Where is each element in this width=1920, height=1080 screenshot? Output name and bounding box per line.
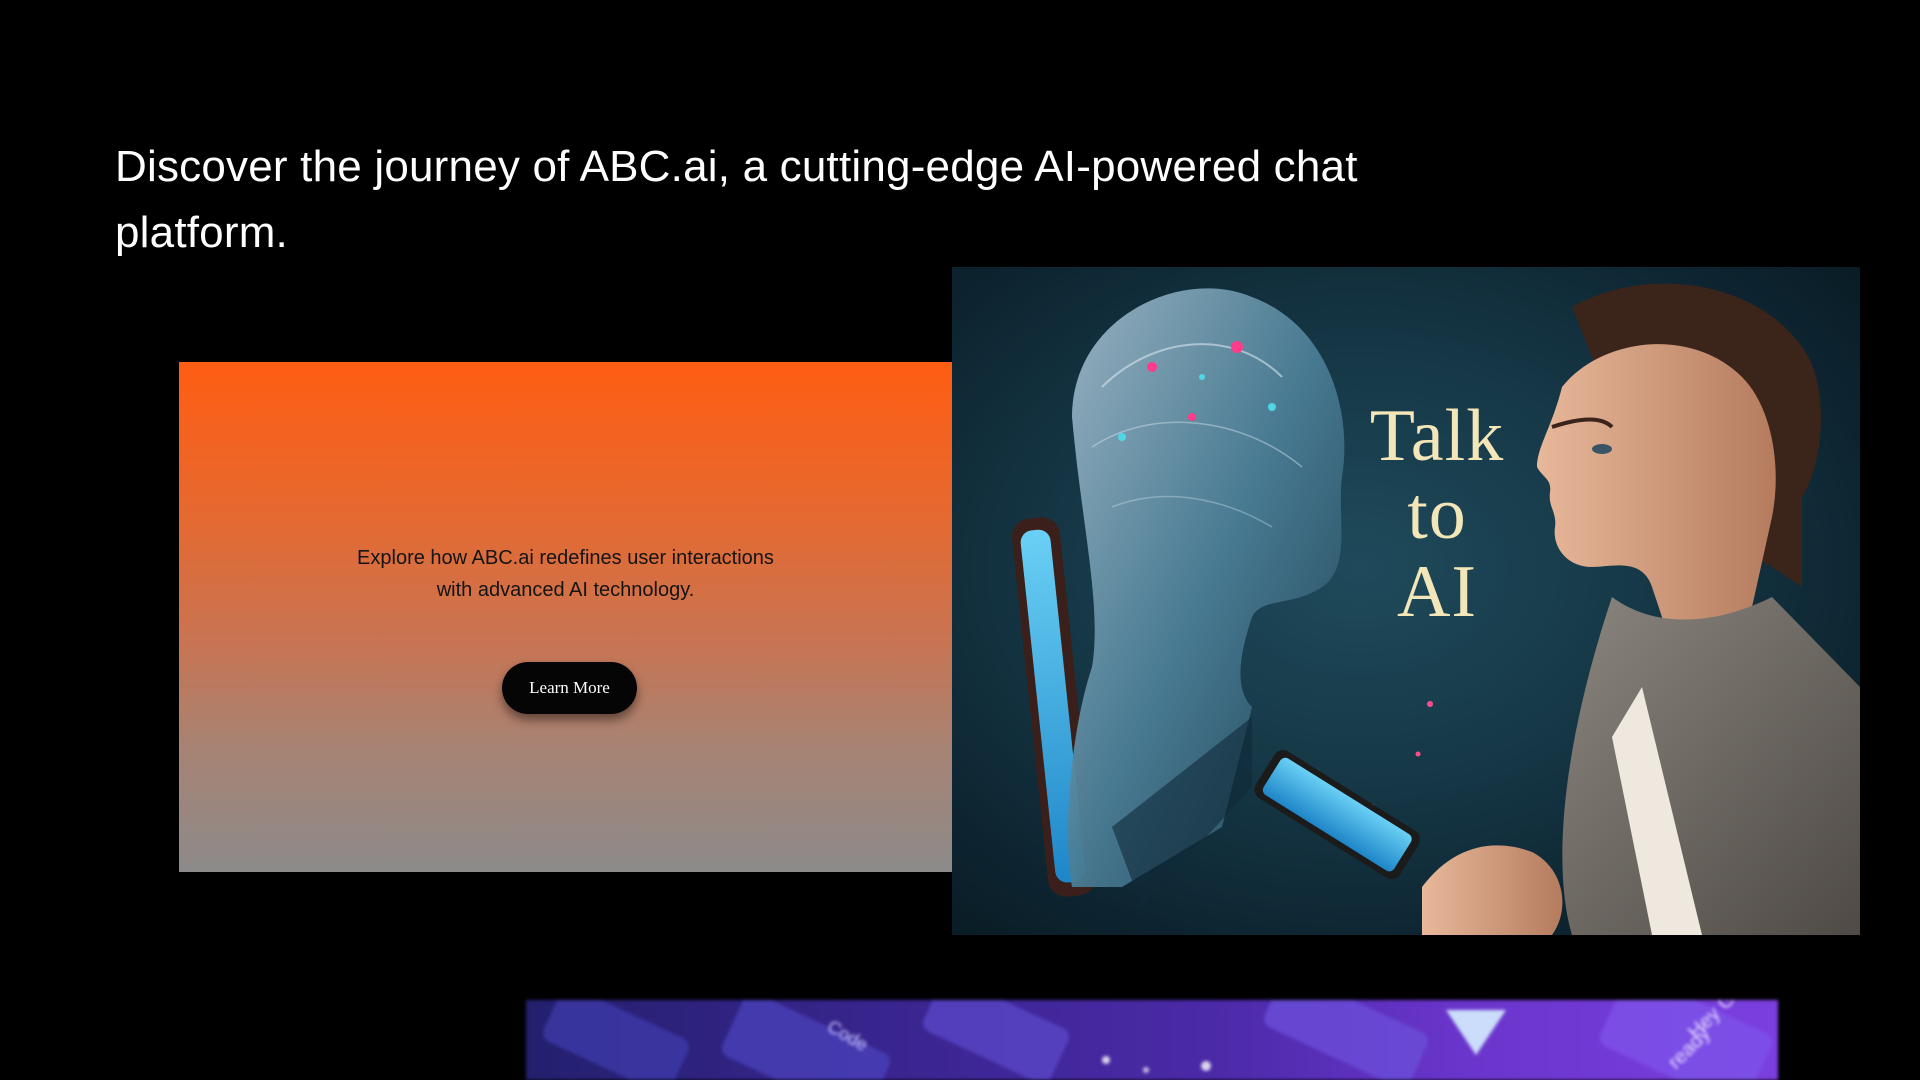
- promo-card: Explore how ABC.ai redefines user intera…: [179, 362, 952, 872]
- page: Discover the journey of ABC.ai, a cuttin…: [0, 0, 1920, 1080]
- caption-line-to: to: [1407, 473, 1467, 555]
- promo-description-line-1: Explore how ABC.ai redefines user intera…: [357, 547, 774, 569]
- learn-more-button[interactable]: Learn More: [502, 662, 637, 714]
- promo-description: Explore how ABC.ai redefines user intera…: [316, 542, 816, 606]
- caption-line-ai: AI: [1396, 551, 1478, 633]
- page-headline: Discover the journey of ABC.ai, a cuttin…: [115, 142, 1358, 257]
- promo-description-line-2: with advanced AI technology.: [436, 579, 695, 601]
- caption-line-talk: Talk: [1369, 395, 1505, 477]
- talk-to-ai-image: Talk to AI: [952, 267, 1860, 935]
- talk-to-ai-caption: Talk to AI: [1362, 397, 1512, 631]
- keyboard-illustration: Code Hey Ge ready: [543, 1000, 1773, 1080]
- small-phone: [1254, 749, 1421, 880]
- next-section-image: Code Hey Ge ready: [526, 1000, 1778, 1080]
- particles: [1362, 701, 1433, 817]
